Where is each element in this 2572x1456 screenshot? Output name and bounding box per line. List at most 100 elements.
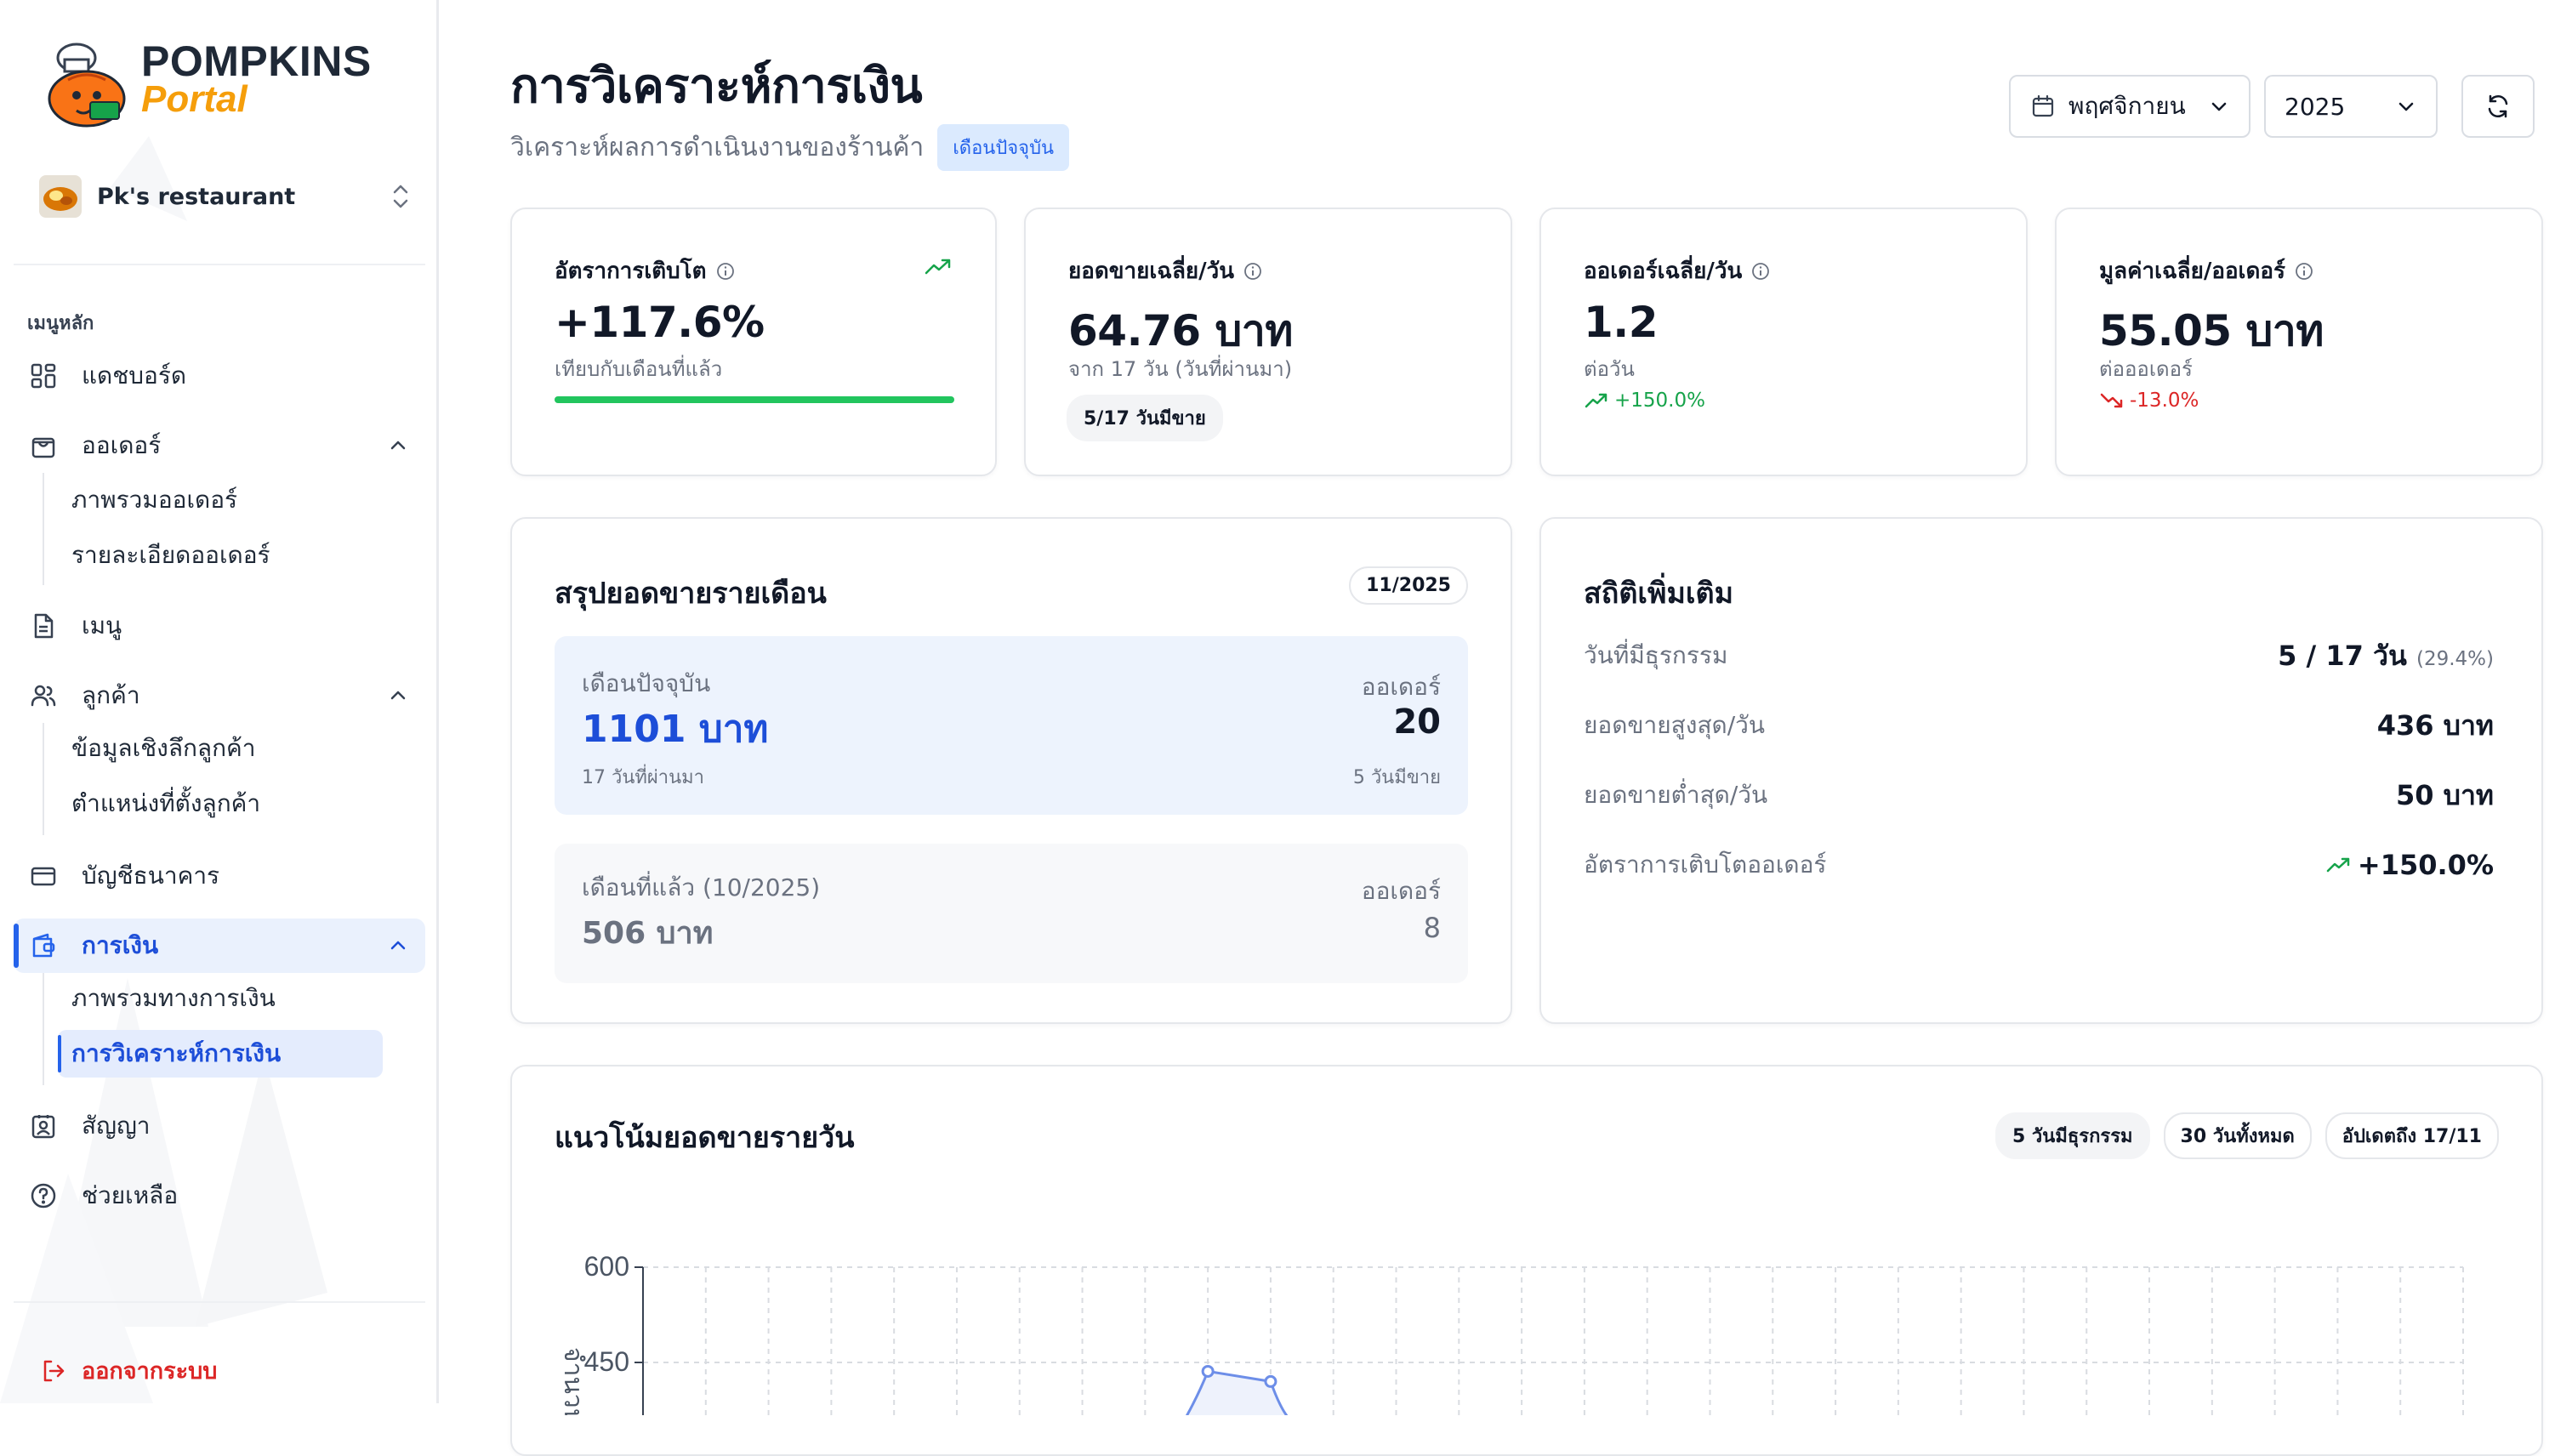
y-tick-label: 600 <box>584 1251 629 1282</box>
submenu-guide-line <box>43 723 44 835</box>
logout-label: ออกจากระบบ <box>82 1358 218 1385</box>
additional-stats-card: สถิติเพิ่มเติม วันที่มีธุรกรรม 5 / 17 วั… <box>1539 517 2543 1024</box>
info-icon[interactable] <box>1750 261 1771 282</box>
additional-stats-title: สถิติเพิ่มเติม <box>1584 577 1733 611</box>
trending-up-icon <box>1585 393 1608 408</box>
sidebar-item-label: บัญชีธนาคาร <box>82 862 220 890</box>
chevron-up-icon <box>390 941 406 950</box>
stat-label: วันที่มีธุรกรรม <box>1584 641 1728 669</box>
trending-up-icon <box>925 259 951 275</box>
kpi-trend-value: -13.0% <box>2130 390 2199 412</box>
sidebar-item-dashboard[interactable]: แดชบอร์ด <box>14 349 425 403</box>
dashboard-grid-icon <box>31 363 56 389</box>
sidebar-item-label: แดชบอร์ด <box>82 361 187 390</box>
previous-month-box: เดือนที่แล้ว (10/2025) 506 บาท ออเดอร์ 8 <box>555 844 1468 983</box>
stat-label: ยอดขายสูงสุด/วัน <box>1584 711 1766 739</box>
trending-up-icon <box>2326 857 2350 873</box>
info-icon[interactable] <box>1243 261 1263 282</box>
month-select[interactable]: พฤศจิกายน <box>2009 75 2250 138</box>
sidebar-item-customers[interactable]: ลูกค้า <box>14 668 425 723</box>
monthly-summary-card: สรุปยอดขายรายเดือน 11/2025 เดือนปัจจุบัน… <box>510 517 1512 1024</box>
users-icon <box>31 685 56 707</box>
current-month-badge: เดือนปัจจุบัน <box>937 124 1070 171</box>
previous-month-amount: 506 บาท <box>582 916 714 951</box>
trend-pill-group: 5 วันมีธุรกรรม 30 วันทั้งหมด อัปเดตถึง 1… <box>1994 1112 2499 1159</box>
sales-data-point[interactable] <box>1264 1374 1277 1388</box>
credit-card-icon <box>31 867 56 886</box>
sidebar-item-menu[interactable]: เมนู <box>14 599 425 653</box>
trending-down-icon <box>2100 393 2123 408</box>
stat-value: +150.0% <box>2325 849 2494 881</box>
brand-logo[interactable]: POMPKINS Portal <box>43 29 372 129</box>
stat-value: 50 บาท <box>2395 778 2494 811</box>
logout-button[interactable]: ออกจากระบบ <box>39 1352 217 1389</box>
restaurant-switcher[interactable]: Pk's restaurant <box>39 170 413 223</box>
sidebar-subitem-orders-detail[interactable]: รายละเอียดออเดอร์ <box>58 532 383 579</box>
sidebar-subitem-customer-insights[interactable]: ข้อมูลเชิงลึกลูกค้า <box>58 725 383 772</box>
stat-value-text: 5 / 17 วัน <box>2278 639 2407 672</box>
current-month-label: เดือนปัจจุบัน <box>582 669 711 697</box>
sidebar-item-help[interactable]: ช่วยเหลือ <box>14 1169 425 1223</box>
growth-progress-fill <box>555 396 954 403</box>
sidebar-subitem-finance-overview[interactable]: ภาพรวมทางการเงิน <box>58 975 383 1022</box>
kpi-card-avg-orders-per-day: ออเดอร์เฉลี่ย/วัน 1.2 ต่อวัน +150.0% <box>1539 208 2028 476</box>
sidebar-item-contract[interactable]: สัญญา <box>14 1099 425 1153</box>
kpi-label-text: อัตราการเติบโต <box>555 259 707 284</box>
logout-icon <box>43 1360 65 1381</box>
restaurant-avatar <box>39 175 82 218</box>
brand-subtitle: Portal <box>141 78 248 120</box>
chevron-up-icon <box>390 691 406 700</box>
stat-value-text: +150.0% <box>2357 849 2494 881</box>
current-month-amount: 1101 บาท <box>582 708 769 751</box>
stat-row: ยอดขายสูงสุด/วัน 436 บาท <box>1584 704 2494 747</box>
contract-badge-icon <box>31 1115 55 1139</box>
help-circle-icon <box>31 1183 56 1209</box>
chevron-down-icon <box>2211 102 2227 111</box>
restaurant-name: Pk's restaurant <box>97 183 296 210</box>
main-content: การวิเคราะห์การเงิน วิเคราะห์ผลการดำเนิน… <box>439 0 2572 1456</box>
info-icon[interactable] <box>715 261 736 282</box>
monthly-summary-title: สรุปยอดขายรายเดือน <box>555 577 827 611</box>
info-icon[interactable] <box>2294 261 2314 282</box>
refresh-button[interactable] <box>2461 75 2535 138</box>
year-select-value: 2025 <box>2285 92 2346 121</box>
shopping-bag-icon <box>31 437 55 458</box>
current-month-box: เดือนปัจจุบัน 1101 บาท 17 วันที่ผ่านมา อ… <box>555 636 1468 815</box>
sidebar-item-bank-account[interactable]: บัญชีธนาคาร <box>14 849 425 903</box>
sale-days-pill: 5/17 วันมีขาย <box>1067 395 1223 441</box>
daily-sales-trend-card: แนวโน้มยอดขายรายวัน 5 วันมีธุรกรรม 30 วั… <box>510 1065 2543 1456</box>
sidebar-subitem-finance-analysis[interactable]: การวิเคราะห์การเงิน <box>58 1030 383 1078</box>
y-tick-label: 450 <box>584 1346 629 1377</box>
sidebar: POMPKINS Portal Pk's restaurant เมนูหลัก… <box>0 0 439 1403</box>
sidebar-item-finance[interactable]: การเงิน <box>14 919 425 973</box>
sidebar-subitem-customer-locations[interactable]: ตำแหน่งที่ตั้งลูกค้า <box>58 780 383 828</box>
sidebar-item-orders[interactable]: ออเดอร์ <box>14 418 425 473</box>
stat-value: 436 บาท <box>2376 708 2494 742</box>
trend-pill: 30 วันทั้งหมด <box>2163 1112 2312 1159</box>
stat-label: อัตราการเติบโตออเดอร์ <box>1584 850 1827 879</box>
kpi-label: ออเดอร์เฉลี่ย/วัน <box>1584 253 1771 288</box>
kpi-value: +117.6% <box>555 298 765 347</box>
sales-data-point[interactable] <box>1201 1364 1215 1378</box>
sidebar-item-label: ออเดอร์ <box>82 431 162 459</box>
kpi-note: ต่อวัน <box>1584 357 1635 381</box>
sidebar-divider <box>14 1301 425 1303</box>
kpi-note: จาก 17 วัน (วันที่ผ่านมา) <box>1068 357 1293 381</box>
sidebar-item-label: สัญญา <box>82 1112 151 1140</box>
year-select[interactable]: 2025 <box>2264 75 2438 138</box>
kpi-trend-value: +150.0% <box>1614 390 1705 412</box>
stat-row: วันที่มีธุรกรรม 5 / 17 วัน (29.4%) <box>1584 634 2494 677</box>
sidebar-subitem-orders-overview[interactable]: ภาพรวมออเดอร์ <box>58 476 383 524</box>
kpi-trend: -13.0% <box>2099 390 2199 412</box>
pumpkin-mascot-icon <box>48 43 126 128</box>
page-subtitle-row: วิเคราะห์ผลการดำเนินงานของร้านค้า เดือนป… <box>510 124 1070 171</box>
y-axis-label: จำนวน <box>558 1347 588 1415</box>
stat-row: อัตราการเติบโตออเดอร์ +150.0% <box>1584 844 2494 886</box>
kpi-card-avg-sales-per-day: ยอดขายเฉลี่ย/วัน 64.76 บาท จาก 17 วัน (ว… <box>1024 208 1512 476</box>
kpi-label: ยอดขายเฉลี่ย/วัน <box>1068 253 1263 288</box>
kpi-note: ต่อออเดอร์ <box>2099 357 2193 381</box>
kpi-label: มูลค่าเฉลี่ย/ออเดอร์ <box>2099 253 2314 288</box>
submenu-guide-line <box>43 973 44 1085</box>
current-orders-count: 20 <box>1393 702 1441 742</box>
calendar-icon <box>2032 94 2054 117</box>
